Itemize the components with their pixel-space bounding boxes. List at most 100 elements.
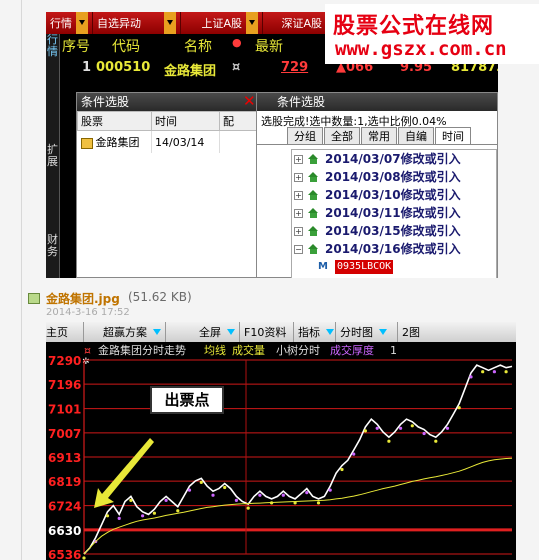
dropdown-icon[interactable]: [326, 329, 334, 335]
tab-group[interactable]: 分组: [287, 127, 323, 144]
dropdown-icon[interactable]: [153, 329, 161, 335]
price-tick-marker: [187, 488, 192, 492]
tree-node[interactable]: +2014/03/07修改或引入: [292, 150, 496, 168]
tab-label: 行情: [50, 17, 72, 30]
price-tick-marker: [492, 370, 496, 374]
tab-sh-a-shares[interactable]: 上证A股: [181, 12, 263, 34]
tab-custom[interactable]: 自编: [398, 127, 434, 144]
attachment-date: 2014-3-16 17:52: [46, 307, 130, 318]
chart-title: 金路集团分时走势: [98, 343, 186, 357]
attachment-name[interactable]: 金路集团.jpg: [46, 290, 120, 307]
tb-2chart[interactable]: 2图: [398, 322, 424, 342]
expand-icon[interactable]: +: [294, 226, 303, 236]
dropdown-icon[interactable]: [246, 12, 258, 34]
dropdown-icon[interactable]: [227, 329, 235, 335]
folder-icon: [308, 244, 319, 254]
price-tick-marker: [246, 506, 250, 510]
price-tick-marker: [223, 485, 227, 490]
tb-label: 超赢方案: [103, 326, 147, 339]
watermark-url: www.gszx.com.cn: [335, 38, 507, 60]
expand-icon[interactable]: +: [294, 154, 303, 164]
col-stock[interactable]: 股票: [77, 111, 152, 131]
col-code[interactable]: 代码: [112, 36, 140, 56]
chart-corner-icon: ✲: [82, 357, 90, 367]
col-name[interactable]: 名称: [184, 36, 212, 56]
formula-tree: +2014/03/07修改或引入 +2014/03/08修改或引入 +2014/…: [291, 149, 497, 278]
chart-legend-vol: 成交量: [232, 343, 265, 357]
col-price[interactable]: 最新: [255, 36, 283, 56]
tree-node-label: 2014/03/08修改或引入: [325, 170, 461, 184]
close-icon[interactable]: ✕: [243, 94, 256, 109]
price-tick-marker: [199, 480, 203, 484]
left-tab-finance[interactable]: 财务: [47, 234, 59, 258]
col-seq[interactable]: 序号: [62, 36, 90, 56]
table-row[interactable]: 金路集团 14/03/14: [77, 130, 277, 153]
collapse-icon[interactable]: −: [294, 244, 303, 254]
tab-common[interactable]: 常用: [361, 127, 397, 144]
watermark-title: 股票公式在线网: [333, 14, 495, 39]
tb-f10[interactable]: F10资料: [240, 322, 294, 342]
tree-node[interactable]: +2014/03/11修改或引入: [292, 204, 496, 222]
folder-icon: [308, 226, 319, 236]
dropdown-icon[interactable]: [76, 12, 88, 34]
folder-icon: [308, 208, 319, 218]
tree-node-label: 2014/03/16修改或引入: [325, 242, 461, 256]
tree-node[interactable]: +2014/03/15修改或引入: [292, 222, 496, 240]
folder-icon: [308, 154, 319, 164]
site-watermark: 股票公式在线网 www.gszx.com.cn: [325, 4, 539, 64]
tab-watchlist[interactable]: 自选异动: [93, 12, 181, 34]
tree-node[interactable]: +2014/03/08修改或引入: [292, 168, 496, 186]
tree-node-label: 2014/03/15修改或引入: [325, 224, 461, 238]
price-tick-marker: [352, 452, 356, 456]
arrow-icon: [94, 438, 154, 508]
price-tick-marker: [387, 439, 391, 443]
y-tick-label: 6819: [48, 475, 81, 489]
tb-indicator[interactable]: 指标: [294, 322, 336, 342]
dropdown-icon[interactable]: [379, 329, 387, 335]
col-time[interactable]: 时间: [151, 111, 220, 131]
result-table: 股票 时间 配 金路集团 14/03/14: [77, 111, 277, 153]
tb-intraday[interactable]: 分时图: [336, 322, 398, 342]
forum-page: 行情 自选异动 上证A股 深证A股 行情 扩展 财务 序号 代码 名称 ● 最新…: [0, 0, 539, 560]
tree-node[interactable]: − 2014/03/16修改或引入: [292, 240, 496, 258]
price-tick-marker: [328, 488, 332, 492]
tb-home[interactable]: 主页: [46, 322, 84, 342]
row-code: 000510: [96, 60, 151, 75]
buy-point-callout: 出票点: [150, 386, 224, 414]
price-tick-marker: [469, 375, 473, 379]
chart-header-marker: ¤: [84, 344, 91, 357]
price-tick-marker: [434, 439, 438, 443]
y-tick-label: 6724: [48, 500, 81, 514]
expand-icon[interactable]: +: [294, 172, 303, 182]
tab-all[interactable]: 全部: [324, 127, 360, 144]
intraday-chart: ¤ 金路集团分时走势 均线 成交量 小树分时 成交厚度 1 ✲7290 7196 7101 7007…: [48, 343, 513, 560]
dialog-title: 条件选股: [257, 93, 497, 111]
price-tick-marker: [152, 511, 156, 515]
chart-toolbar: 主页 超赢方案 全屏 F10资料 指标 分时图 2图: [46, 322, 516, 342]
tree-leaf-label: 0935LBCOK: [335, 260, 394, 274]
price-tick-marker: [281, 493, 285, 497]
tree-leaf[interactable]: M 0935LBCOK: [318, 258, 496, 276]
sort-marker-icon: ●: [232, 36, 242, 49]
tab-label: 深证A股: [281, 17, 322, 30]
tb-label: 指标: [298, 326, 320, 339]
y-tick-label: 7101: [48, 403, 81, 417]
price-tick-marker: [422, 431, 426, 436]
price-tick-marker: [82, 556, 86, 560]
cell-stock: 金路集团: [77, 130, 152, 153]
expand-icon[interactable]: +: [294, 208, 303, 218]
tab-time[interactable]: 时间: [435, 127, 471, 144]
tab-quotes[interactable]: 行情: [46, 12, 93, 34]
tree-node[interactable]: +2014/03/10修改或引入: [292, 186, 496, 204]
price-tick-marker: [141, 514, 145, 518]
tab-label: 自选异动: [97, 17, 141, 30]
y-tick-label: 7196: [48, 378, 81, 392]
left-tab-quotes[interactable]: 行情: [47, 34, 59, 58]
tb-fullscreen[interactable]: 全屏: [166, 322, 240, 342]
left-tab-extend[interactable]: 扩展: [47, 144, 59, 168]
dropdown-icon[interactable]: [164, 12, 176, 34]
expand-icon[interactable]: +: [294, 190, 303, 200]
tb-plan[interactable]: 超赢方案: [84, 322, 166, 342]
average-line: [83, 457, 513, 555]
tb-label: F10资料: [244, 326, 287, 339]
